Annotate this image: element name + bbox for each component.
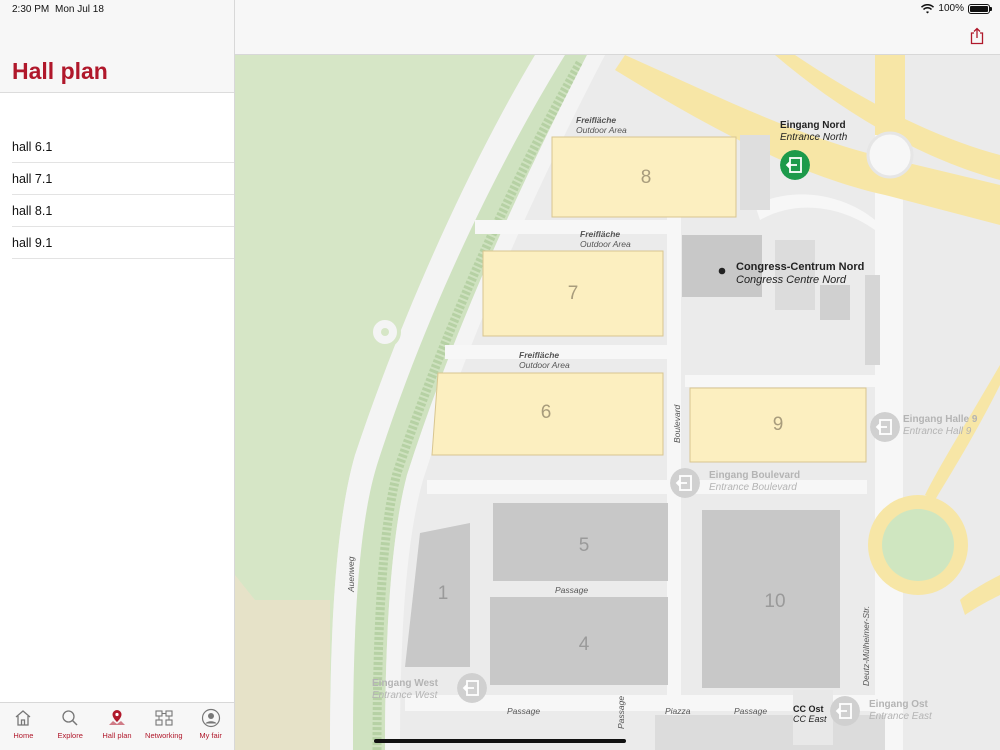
- outdoor-area-en: Outdoor Area: [519, 360, 570, 370]
- outdoor-area-en: Outdoor Area: [576, 125, 627, 135]
- tab-networking-label: Networking: [145, 731, 183, 740]
- entrance-boulevard-en: Entrance Boulevard: [709, 482, 797, 493]
- entrance-hall-9-label: Eingang Halle 9 Entrance Hall 9: [903, 414, 977, 438]
- congress-centre-de: Congress-Centrum Nord: [736, 261, 865, 273]
- battery-percent: 100%: [938, 3, 964, 14]
- cc-east-en: CC East: [793, 714, 827, 724]
- outdoor-area-de: Freifläche: [580, 229, 621, 239]
- hall-6-label[interactable]: 6: [531, 402, 561, 424]
- hall-9-label[interactable]: 9: [763, 414, 793, 436]
- status-right: 100%: [921, 3, 992, 14]
- tab-my-fair-label: My fair: [199, 731, 222, 740]
- entrance-east-de: Eingang Ost: [869, 699, 928, 710]
- home-indicator[interactable]: [374, 739, 626, 743]
- entrance-boulevard-de: Eingang Boulevard: [709, 470, 801, 481]
- hall-10-label[interactable]: 10: [755, 591, 795, 613]
- home-icon: [15, 710, 31, 726]
- entrance-boulevard-icon[interactable]: [670, 468, 700, 498]
- hall-4-label[interactable]: 4: [569, 634, 599, 656]
- street-passage-4: Passage: [734, 706, 768, 716]
- search-icon: [62, 710, 78, 726]
- congress-centre-en: Congress Centre Nord: [736, 274, 847, 286]
- tab-hall-plan-label: Hall plan: [102, 731, 132, 740]
- hall-list-item[interactable]: hall 7.1: [12, 163, 234, 195]
- congress-centre-label[interactable]: Congress-Centrum Nord Congress Centre No…: [736, 261, 864, 287]
- sidebar: Hall plan hall 6.1 hall 7.1 hall 8.1 hal…: [0, 0, 235, 750]
- tab-bar: Home Explore Hall plan Networking My fai…: [0, 702, 234, 750]
- entrance-north-de: Eingang Nord: [780, 120, 846, 131]
- street-deutz-muelheimer: Deutz-Mülheimer-Str.: [861, 605, 871, 686]
- entrance-east-icon[interactable]: [830, 696, 860, 726]
- map-pin-icon: [108, 710, 125, 725]
- street-passage-1: Passage: [555, 585, 589, 595]
- hall-list-item[interactable]: hall 9.1: [12, 227, 234, 259]
- hall-list-item[interactable]: hall 6.1: [12, 131, 234, 163]
- cc-east-label: CC Ost CC East: [793, 704, 827, 724]
- outdoor-area-en: Outdoor Area: [580, 239, 631, 249]
- tab-home[interactable]: Home: [0, 703, 47, 750]
- status-date: Mon Jul 18: [55, 4, 104, 15]
- entrance-east-label: Eingang Ost Entrance East: [869, 699, 932, 723]
- person-icon: [201, 708, 220, 728]
- hall-map[interactable]: 8 7 6 9 5 1 4 10 Freifläche Outdoor Area…: [235, 55, 1000, 750]
- outdoor-area-de: Freifläche: [576, 115, 617, 125]
- status-time: 2:30 PM: [12, 4, 50, 15]
- hall-7-label[interactable]: 7: [558, 283, 588, 305]
- entrance-hall-9-en: Entrance Hall 9: [903, 426, 972, 437]
- street-piazza: Piazza: [665, 706, 691, 716]
- entrance-west-de: Eingang West: [372, 678, 438, 689]
- entrance-boulevard-label: Eingang Boulevard Entrance Boulevard: [709, 470, 800, 494]
- status-bar: 2:30 PM Mon Jul 18 100%: [0, 0, 1000, 18]
- outdoor-area-label-7: Freifläche Outdoor Area: [580, 229, 631, 249]
- poi-dot-icon: [718, 267, 726, 275]
- hall-list: hall 6.1 hall 7.1 hall 8.1 hall 9.1: [12, 131, 234, 259]
- hall-1-label[interactable]: 1: [428, 583, 458, 605]
- page-title: Hall plan: [12, 58, 108, 84]
- outdoor-area-de: Freifläche: [519, 350, 560, 360]
- battery-icon: [968, 3, 992, 14]
- street-auenweg: Auenweg: [346, 556, 356, 592]
- outdoor-area-label-6: Freifläche Outdoor Area: [519, 350, 570, 370]
- app-screen: 2:30 PM Mon Jul 18 100% Hall plan hall 6…: [0, 0, 1000, 750]
- wifi-icon: [921, 3, 935, 13]
- park-bottom: [235, 575, 330, 750]
- tab-explore-label: Explore: [57, 731, 83, 740]
- entrance-hall-9-icon[interactable]: [870, 412, 900, 442]
- hall-8-label[interactable]: 8: [631, 167, 661, 189]
- entrance-west-icon[interactable]: [457, 673, 487, 703]
- entrance-hall-9-de: Eingang Halle 9: [903, 414, 978, 425]
- entrance-north-en: Entrance North: [780, 132, 848, 143]
- tab-networking[interactable]: Networking: [140, 703, 187, 750]
- entrance-west-en: Entrance West: [372, 690, 438, 701]
- networking-icon: [155, 710, 173, 726]
- tab-hall-plan[interactable]: Hall plan: [94, 703, 141, 750]
- tab-explore[interactable]: Explore: [47, 703, 94, 750]
- entrance-east-en: Entrance East: [869, 711, 932, 722]
- share-icon[interactable]: [968, 27, 986, 45]
- tab-my-fair[interactable]: My fair: [187, 703, 234, 750]
- hall-5-label[interactable]: 5: [569, 535, 599, 557]
- street-boulevard: Boulevard: [672, 404, 682, 443]
- entrance-north-label: Eingang Nord Entrance North: [780, 120, 847, 144]
- entrance-north-icon[interactable]: [780, 150, 810, 180]
- roundabout-north: [866, 131, 914, 179]
- hall-list-item[interactable]: hall 8.1: [12, 195, 234, 227]
- street-passage-2: Passage: [507, 706, 541, 716]
- entrance-west-label: Eingang West Entrance West: [372, 678, 438, 702]
- outdoor-area-label-8: Freifläche Outdoor Area: [576, 115, 627, 135]
- tab-home-label: Home: [13, 731, 34, 740]
- map-background: [235, 55, 1000, 750]
- cc-east-de: CC Ost: [793, 704, 824, 714]
- street-passage-3: Passage: [616, 695, 626, 729]
